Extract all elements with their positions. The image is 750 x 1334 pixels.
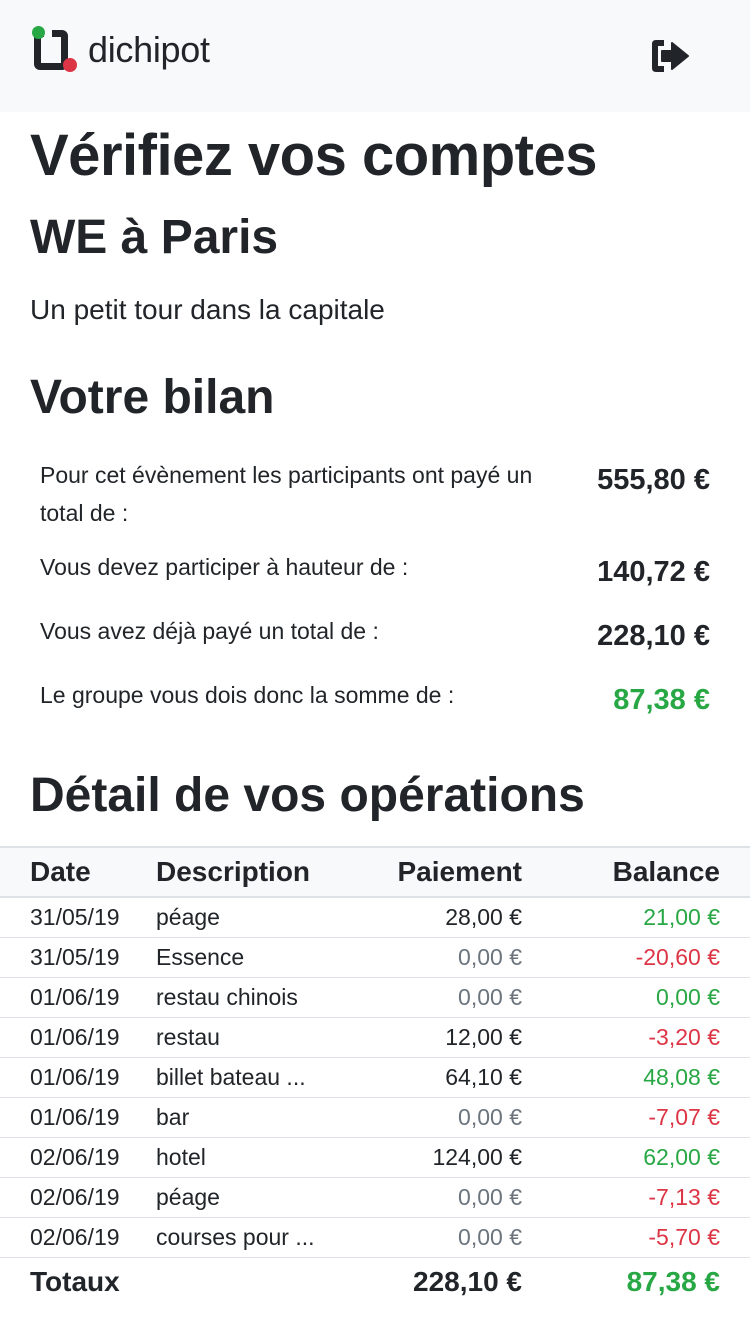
operation-description: bar xyxy=(146,1097,346,1138)
operation-date: 01/06/19 xyxy=(0,1097,146,1138)
table-row[interactable]: 31/05/19 péage 28,00 €21,00 € xyxy=(0,897,750,938)
operations-heading: Détail de vos opérations xyxy=(30,769,585,822)
table-row[interactable]: 01/06/19 restau chinois 0,00 €0,00 € xyxy=(0,977,750,1018)
operation-balance: -5,70 € xyxy=(532,1217,750,1258)
operation-balance: 0,00 € xyxy=(532,977,750,1018)
operation-balance: 21,00 € xyxy=(532,897,750,938)
operation-balance: 48,08 € xyxy=(532,1057,750,1098)
operation-balance: -7,07 € xyxy=(532,1097,750,1138)
summary-amount-positive: 87,38 € xyxy=(613,684,710,716)
summary-amount: 555,80 € xyxy=(597,464,710,496)
logout-button[interactable] xyxy=(648,36,694,76)
table-row[interactable]: 02/06/19 courses pour ... 0,00 € -5,70 € xyxy=(0,1217,750,1258)
table-row[interactable]: 02/06/19 hotel 124,00 €62,00 € xyxy=(0,1137,750,1178)
brand-name: dichipot xyxy=(88,29,210,70)
event-name: WE à Paris xyxy=(30,211,279,264)
operation-payment: 0,00 € xyxy=(346,1097,532,1138)
summary-amount: 228,10 € xyxy=(597,620,710,652)
table-row[interactable]: 01/06/19 restau 12,00 € -3,20 € xyxy=(0,1017,750,1058)
table-row[interactable]: 01/06/19 bar 0,00 € -7,07 € xyxy=(0,1097,750,1138)
navbar: dichipot xyxy=(0,0,750,112)
operation-payment: 64,10 € xyxy=(346,1057,532,1098)
operation-date: 01/06/19 xyxy=(0,977,146,1018)
operation-payment: 0,00 € xyxy=(346,937,532,978)
summary-label: Vous avez déjà payé un total de : xyxy=(40,618,379,644)
operation-date: 02/06/19 xyxy=(0,1177,146,1218)
operation-description: hotel xyxy=(146,1137,346,1178)
column-header-balance[interactable]: Balance xyxy=(532,846,750,898)
summary-heading: Votre bilan xyxy=(30,371,275,424)
column-header-date[interactable]: Date xyxy=(0,846,146,898)
summary-label: Vous devez participer à hauteur de : xyxy=(40,554,409,580)
operation-description: courses pour ... xyxy=(146,1217,346,1258)
event-description: Un petit tour dans la capitale xyxy=(30,294,385,325)
operation-description: restau xyxy=(146,1017,346,1058)
operation-description: péage xyxy=(146,897,346,938)
operation-balance: -7,13 € xyxy=(532,1177,750,1218)
operation-payment: 0,00 € xyxy=(346,977,532,1018)
table-row[interactable]: 31/05/19 Essence 0,00 € -20,60 € xyxy=(0,937,750,978)
summary-amount: 140,72 € xyxy=(597,556,710,588)
operation-description: péage xyxy=(146,1177,346,1218)
totals-label: Totaux xyxy=(30,1266,120,1298)
column-header-description[interactable]: Description xyxy=(146,846,346,898)
table-row[interactable]: 02/06/19 péage 0,00 € -7,13 € xyxy=(0,1177,750,1218)
operation-payment: 0,00 € xyxy=(346,1177,532,1218)
operations-table: Date Description Paiement Balance 31/05/… xyxy=(0,846,750,1307)
operation-date: 01/06/19 xyxy=(0,1017,146,1058)
table-row[interactable]: 01/06/19 billet bateau ... 64,10 €48,08 € xyxy=(0,1057,750,1098)
page-title: Vérifiez vos comptes xyxy=(30,123,598,188)
sign-out-icon xyxy=(652,40,689,72)
operation-date: 31/05/19 xyxy=(0,897,146,938)
operation-description: Essence xyxy=(146,937,346,978)
operation-date: 02/06/19 xyxy=(0,1137,146,1178)
operation-payment: 12,00 € xyxy=(346,1017,532,1058)
operation-date: 02/06/19 xyxy=(0,1217,146,1258)
summary-label: Le groupe vous dois donc la somme de : xyxy=(40,682,455,708)
operation-payment: 0,00 € xyxy=(346,1217,532,1258)
totals-spacer xyxy=(146,1257,346,1307)
operation-balance: 62,00 € xyxy=(532,1137,750,1178)
operation-date: 31/05/19 xyxy=(0,937,146,978)
table-header-row: Date Description Paiement Balance xyxy=(0,846,750,898)
brand-link[interactable]: dichipot xyxy=(32,24,210,76)
totals-row: Totaux 228,10 € 87,38 € xyxy=(0,1257,750,1307)
summary-label: Pour cet évènement les participants ont … xyxy=(40,462,533,526)
operation-description: billet bateau ... xyxy=(146,1057,346,1098)
totals-balance: 87,38 € xyxy=(626,1266,720,1298)
operation-date: 01/06/19 xyxy=(0,1057,146,1098)
operation-payment: 28,00 € xyxy=(346,897,532,938)
operation-balance: -20,60 € xyxy=(532,937,750,978)
totals-payment: 228,10 € xyxy=(413,1266,522,1298)
operation-balance: -3,20 € xyxy=(532,1017,750,1058)
dichipot-logo-icon xyxy=(32,24,82,76)
column-header-payment[interactable]: Paiement xyxy=(346,846,532,898)
operation-payment: 124,00 € xyxy=(346,1137,532,1178)
operation-description: restau chinois xyxy=(146,977,346,1018)
